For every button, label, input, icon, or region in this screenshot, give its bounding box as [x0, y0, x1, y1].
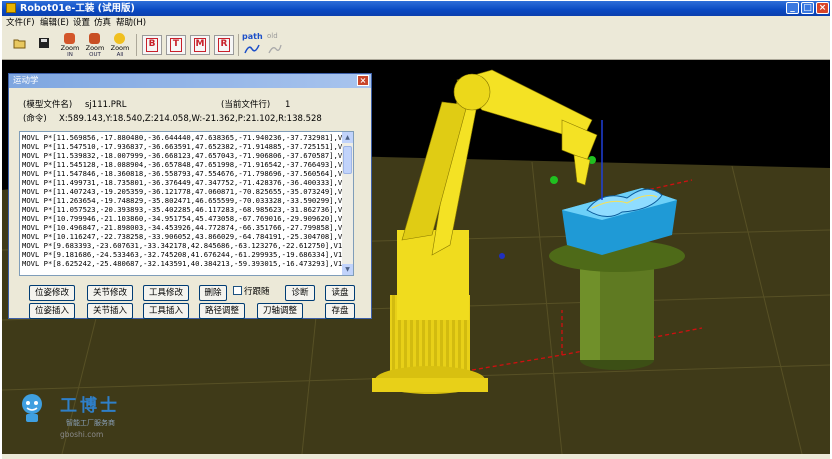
path-adjust-button[interactable]: 路径调整 [199, 303, 245, 319]
toolbar-separator [238, 34, 239, 56]
menu-bar: 文件(F) 编辑(E) 设置 仿真 帮助(H) [2, 16, 830, 30]
close-button[interactable]: × [816, 2, 829, 14]
joint-modify-button[interactable]: 关节修改 [87, 285, 133, 301]
delete-button[interactable]: 删除 [199, 285, 227, 301]
list-item[interactable]: MOVL P*[8.625242,-25.480687,-32.143591,4… [22, 259, 347, 268]
window-title-bar: Robot01e-工装 (试用版) _ □ × [2, 1, 830, 16]
zoom-out-button[interactable]: Zoom OUT [84, 33, 106, 58]
list-item[interactable]: MOVL P*[11.057523,-20.393893,-35.402285,… [22, 205, 347, 214]
save-disk-button[interactable]: 存盘 [325, 303, 355, 319]
status-bar [2, 454, 830, 459]
open-icon[interactable] [13, 36, 27, 50]
list-item[interactable]: MOVL P*[11.545128,-18.088904,-36.657848,… [22, 160, 347, 169]
list-item[interactable]: MOVL P*[10.116247,-22.738258,-33.906052,… [22, 232, 347, 241]
view-top-button[interactable]: T [166, 35, 186, 55]
kinematics-dialog: 运动学 × (模型文件名) sj111.PRL (当前文件行) 1 (命令) X… [8, 73, 372, 319]
zoom-all-button[interactable]: Zoom All [109, 33, 131, 58]
pose-modify-button[interactable]: 位姿修改 [29, 285, 75, 301]
dialog-title-bar: 运动学 × [9, 74, 371, 88]
toolbar: Zoom IN Zoom OUT Zoom All B T M R path o… [2, 30, 830, 60]
menu-settings[interactable]: 设置 [73, 17, 90, 29]
list-item[interactable]: MOVL P*[11.569856,-17.880480,-36.644440,… [22, 133, 347, 142]
command-value: X:589.143,Y:18.540,Z:214.058,W:-21.362,P… [59, 114, 322, 124]
menu-help[interactable]: 帮助(H) [116, 17, 146, 29]
tool-axis-adjust-button[interactable]: 刀轴调整 [257, 303, 303, 319]
minimize-button[interactable]: _ [786, 2, 799, 14]
program-listbox[interactable]: MOVL P*[11.569856,-17.880480,-36.644440,… [19, 131, 352, 276]
view-back-button[interactable]: B [142, 35, 162, 55]
tool-modify-button[interactable]: 工具修改 [143, 285, 189, 301]
zoom-in-icon [64, 33, 75, 44]
zoom-in-button[interactable]: Zoom IN [59, 33, 81, 58]
scroll-down-icon[interactable]: ▼ [342, 264, 353, 275]
watermark-logo-icon [14, 392, 50, 424]
window-title: Robot01e-工装 (试用版) [20, 3, 135, 14]
pose-insert-button[interactable]: 位姿插入 [29, 303, 75, 319]
dialog-title: 运动学 [13, 76, 39, 86]
maximize-button[interactable]: □ [801, 2, 814, 14]
list-item[interactable]: MOVL P*[11.547510,-17.936837,-36.663591,… [22, 142, 347, 151]
joint-insert-button[interactable]: 关节插入 [87, 303, 133, 319]
model-file-label: (模型文件名) [23, 100, 73, 110]
view-right-button[interactable]: R [214, 35, 234, 55]
menu-edit[interactable]: 编辑(E) [40, 17, 69, 29]
app-icon [6, 3, 16, 13]
menu-file[interactable]: 文件(F) [6, 17, 35, 29]
old-button[interactable]: old [266, 32, 284, 58]
dialog-close-button[interactable]: × [357, 75, 369, 86]
list-item[interactable]: MOVL P*[11.407243,-19.205359,-36.121778,… [22, 187, 347, 196]
path-button[interactable]: path [242, 32, 263, 58]
current-file-line-value: 1 [285, 100, 291, 110]
checkbox-box[interactable] [233, 286, 242, 295]
toolbar-separator [136, 34, 137, 56]
list-item[interactable]: MOVL P*[10.799946,-21.103860,-34.951754,… [22, 214, 347, 223]
zoom-all-icon [114, 33, 125, 44]
list-item[interactable]: MOVL P*[9.683393,-23.607631,-33.342178,4… [22, 241, 347, 250]
read-disk-button[interactable]: 读盘 [325, 285, 355, 301]
watermark-title: 工博士 [60, 396, 120, 416]
list-scrollbar[interactable]: ▲ ▼ [342, 131, 354, 276]
model-file-value: sj111.PRL [85, 100, 127, 110]
list-item[interactable]: MOVL P*[10.496847,-21.898003,-34.453926,… [22, 223, 347, 232]
list-item[interactable]: MOVL P*[11.499731,-18.735801,-36.376449,… [22, 178, 347, 187]
list-item[interactable]: MOVL P*[11.539832,-18.007999,-36.668123,… [22, 151, 347, 160]
list-item[interactable]: MOVL P*[9.181686,-24.533463,-32.745208,4… [22, 250, 347, 259]
view-middle-button[interactable]: M [190, 35, 210, 55]
robot-turret [397, 230, 469, 320]
watermark-subtitle: 智能工厂服务商 [66, 419, 115, 427]
zoom-out-icon [89, 33, 100, 44]
menu-simulation[interactable]: 仿真 [94, 17, 111, 29]
scroll-thumb[interactable] [343, 146, 352, 174]
tool-insert-button[interactable]: 工具插入 [143, 303, 189, 319]
list-item[interactable]: MOVL P*[11.263654,-19.748829,-35.802471,… [22, 196, 347, 205]
scroll-up-icon[interactable]: ▲ [342, 132, 353, 143]
line-follow-checkbox[interactable]: 行跟随 [233, 285, 283, 301]
current-file-line-label: (当前文件行) [221, 100, 271, 110]
old-path-icon [268, 44, 282, 54]
list-item[interactable]: MOVL P*[11.547846,-18.360818,-36.558793,… [22, 169, 347, 178]
command-label: (命令) [23, 114, 47, 124]
save-icon[interactable] [37, 36, 51, 50]
diagnose-button[interactable]: 诊断 [285, 285, 315, 301]
path-icon [244, 44, 260, 54]
watermark-url: gboshi.com [60, 430, 104, 439]
